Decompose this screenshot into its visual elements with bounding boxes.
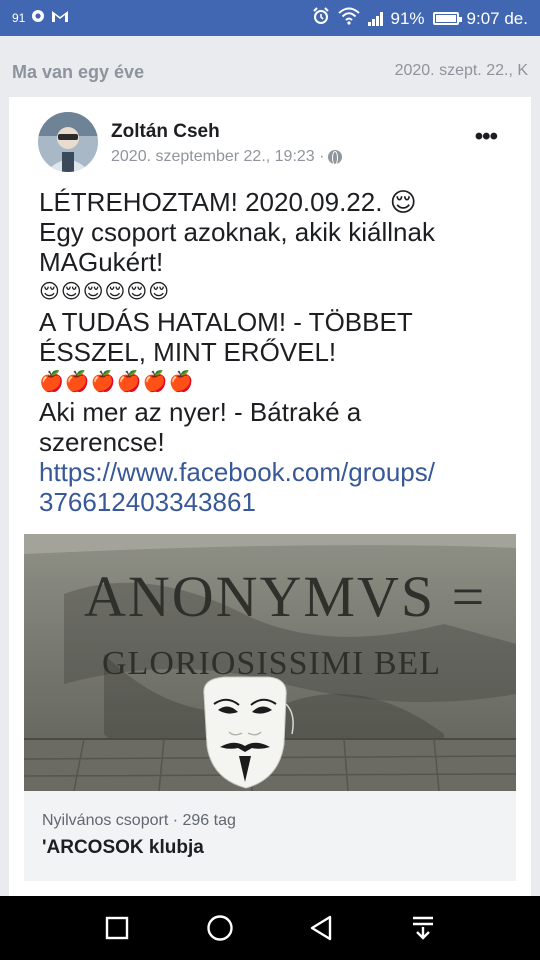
post-line: szerencse! <box>39 427 165 457</box>
post-meta: 2020. szeptember 22., 19:23 · <box>111 148 343 166</box>
link-preview[interactable]: ANONYMVS = GLORIOSISSIMI BEL Nyilvános c… <box>24 534 516 881</box>
post-author[interactable]: Zoltán Cseh <box>111 121 220 143</box>
android-nav-bar <box>0 896 540 960</box>
status-bar: 91 91% 9:07 de. <box>0 0 540 36</box>
memories-date: 2020. szept. 22., K <box>394 62 528 79</box>
avatar[interactable] <box>38 112 98 172</box>
notifications-pull-icon[interactable] <box>383 896 463 960</box>
signal-icon <box>367 11 383 26</box>
gmail-icon <box>51 9 69 26</box>
wifi-icon <box>337 7 360 30</box>
notification-count: 91 <box>12 10 26 25</box>
post-line: Aki mer az nyer! - Bátraké a <box>39 397 362 427</box>
battery-fill <box>435 15 456 22</box>
globe-icon <box>328 150 343 165</box>
back-icon[interactable] <box>281 896 361 960</box>
preview-subtitle: Nyilvános csoport · 296 tag <box>42 812 236 829</box>
chrome-icon <box>31 9 45 26</box>
status-left: 91 <box>12 9 69 26</box>
preview-title[interactable]: 'ARCOSOK klubja <box>42 837 204 859</box>
post-line: ÉSSZEL, MINT ERŐVEL! <box>39 337 337 367</box>
post-card: Zoltán Cseh 2020. szeptember 22., 19:23 … <box>9 97 531 897</box>
status-right: 91% 9:07 de. <box>312 7 528 30</box>
post-line: Egy csoport azoknak, akik kiállnak <box>39 217 435 247</box>
post-line: A TUDÁS HATALOM! - TÖBBET <box>39 307 413 337</box>
more-options-icon[interactable]: ••• <box>475 123 498 151</box>
home-icon[interactable] <box>180 896 260 960</box>
recent-apps-icon[interactable] <box>77 896 157 960</box>
inscription-line1: ANONYMVS = <box>84 564 486 629</box>
post-body: LÉTREHOZTAM! 2020.09.22. 😌 Egy csoport a… <box>39 187 509 517</box>
battery-icon <box>432 12 462 25</box>
post-timestamp[interactable]: 2020. szeptember 22., 19:23 · <box>111 148 324 166</box>
status-time: 9:07 de. <box>466 8 528 28</box>
group-link[interactable]: https://www.facebook.com/groups/ 3766124… <box>39 457 509 517</box>
emoji-row: 🍎🍎🍎🍎🍎🍎 <box>39 371 195 393</box>
inscription-line2: GLORIOSISSIMI BEL <box>102 645 441 682</box>
memories-header: Ma van egy éve 2020. szept. 22., K <box>0 36 540 106</box>
battery-percent: 91% <box>390 8 425 28</box>
group-link-line2: 376612403343861 <box>39 487 256 517</box>
preview-image[interactable]: ANONYMVS = GLORIOSISSIMI BEL <box>24 534 516 791</box>
group-link-line1: https://www.facebook.com/groups/ <box>39 457 435 487</box>
emoji-row: 😌😌😌😌😌😌 <box>39 281 171 303</box>
post-line: MAGukért! <box>39 247 164 277</box>
post-line: LÉTREHOZTAM! 2020.09.22. 😌 <box>39 187 417 217</box>
alarm-icon <box>312 7 330 30</box>
memories-title: Ma van egy éve <box>12 62 145 82</box>
